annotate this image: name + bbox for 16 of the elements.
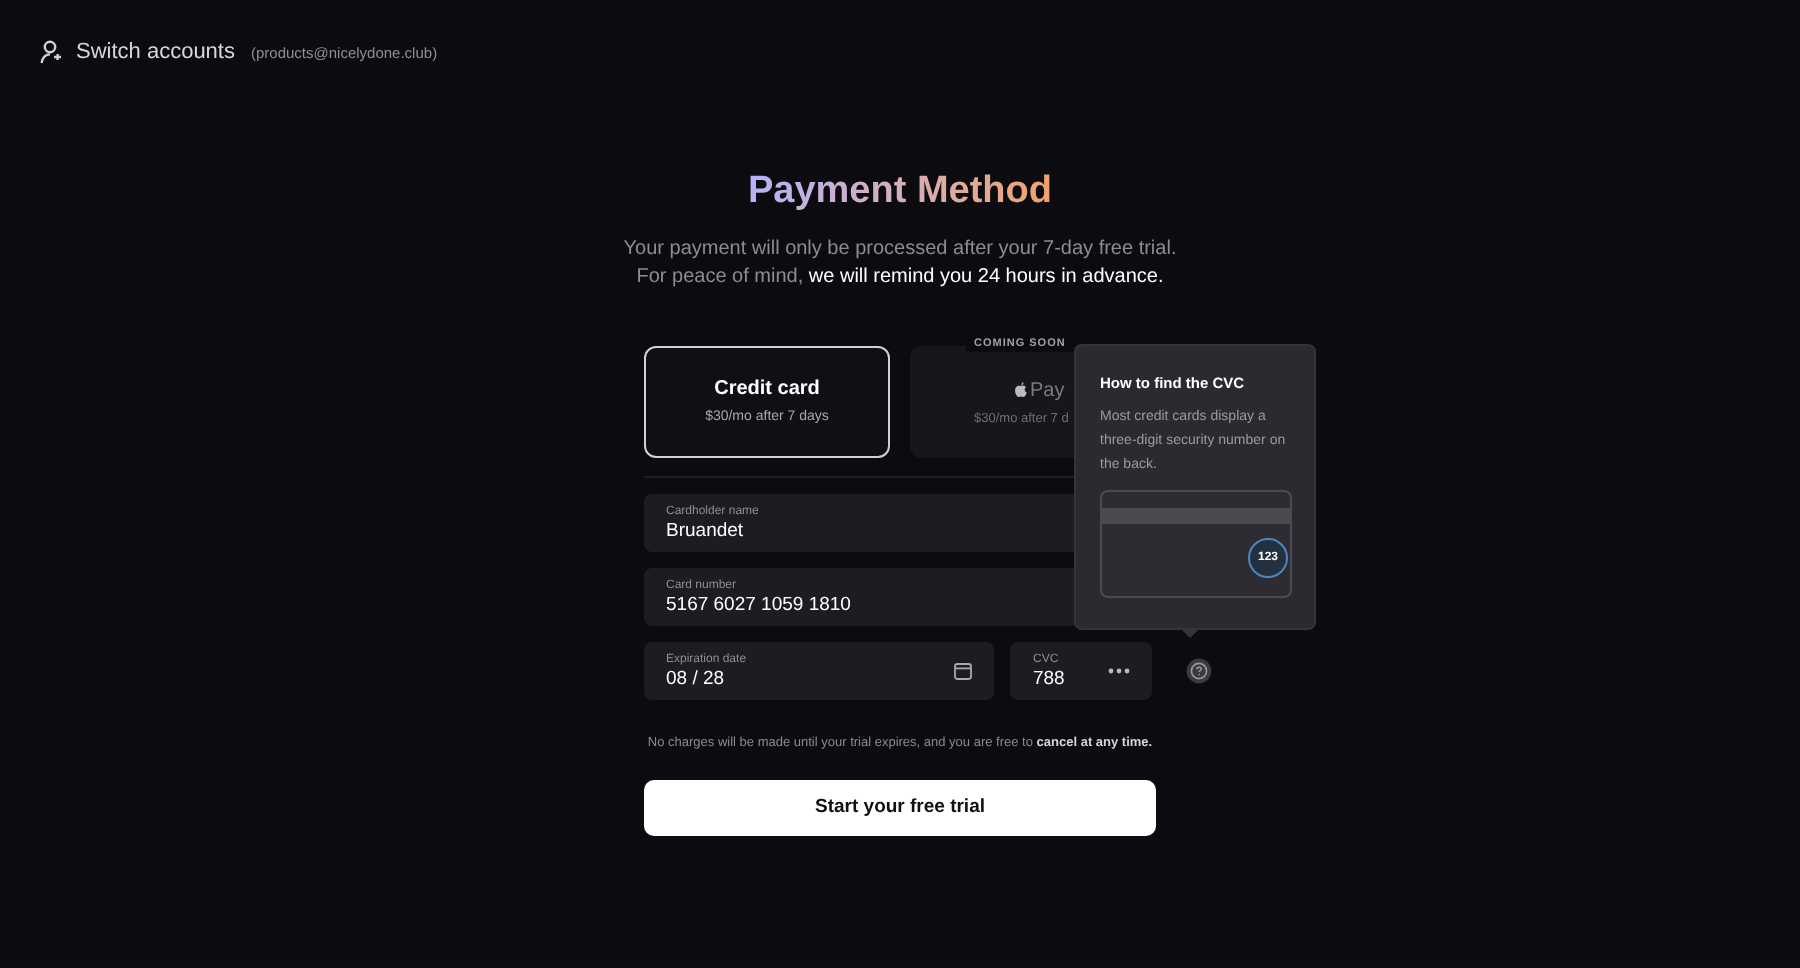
subtitle-text: For peace of mind, we will remind you 24 hours in advance.: [636, 264, 1164, 292]
user-icon[interactable]: [40, 40, 62, 65]
field-value: 08 / 28: [666, 667, 727, 691]
subtitle-text: Your payment will only be processed after your 7-day free trial.: [623, 236, 1177, 264]
method-label: Credit card: [714, 376, 820, 405]
switch-accounts-link[interactable]: Switch accounts: [76, 36, 235, 69]
field-value: 788: [1032, 667, 1067, 691]
calendar-icon[interactable]: [954, 662, 973, 680]
field-value: 5167 6027 1059 1810: [666, 593, 853, 617]
page-title: Payment Method: [747, 172, 1053, 212]
apple-icon: [1014, 382, 1028, 399]
field-value: Bruandet: [666, 519, 746, 543]
start-trial-button[interactable]: Start your free trial: [644, 779, 1156, 836]
help-icon[interactable]: [1186, 658, 1212, 684]
method-label: Pay: [1030, 377, 1065, 406]
dots-icon: [1108, 668, 1130, 674]
